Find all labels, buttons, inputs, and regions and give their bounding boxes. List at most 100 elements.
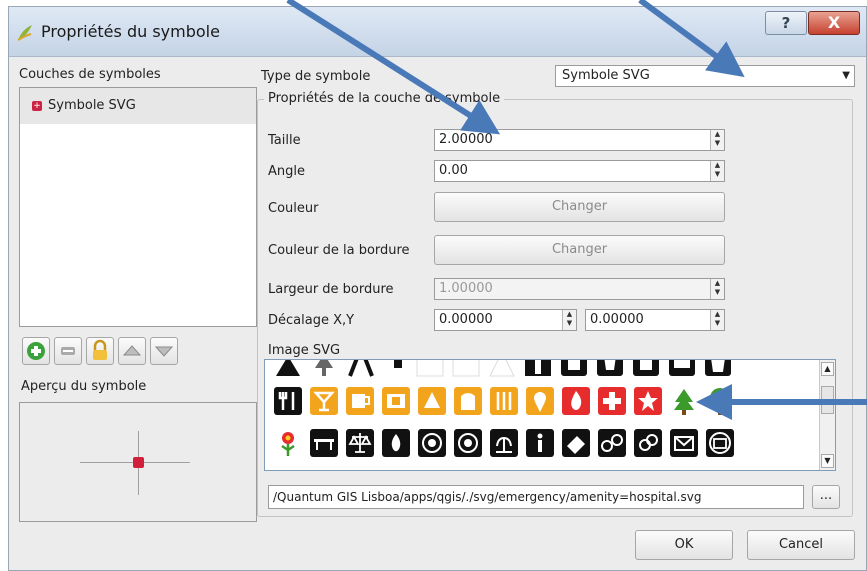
angle-field[interactable]: 0.00 ▲ ▼ — [434, 160, 725, 182]
emergency-star-icon[interactable] — [633, 386, 663, 416]
border-width-value: 1.00000 — [439, 281, 493, 296]
pizza-icon[interactable] — [417, 386, 447, 416]
border-color-label: Couleur de la bordure — [268, 243, 410, 258]
fastfood-icon[interactable] — [489, 386, 519, 416]
symbol-properties-dialog: Propriétés du symbole ? X Couches de sym… — [8, 6, 867, 571]
qgis-logo-icon — [17, 25, 32, 41]
tent-icon[interactable] — [273, 360, 303, 378]
help-button[interactable]: ? — [765, 11, 807, 35]
scroll-up-icon[interactable]: ▲ — [821, 362, 834, 376]
offset-x-field[interactable]: 0.00000 ▲ ▼ — [434, 309, 577, 331]
bread-icon[interactable] — [453, 386, 483, 416]
binoculars-icon[interactable] — [597, 428, 627, 458]
cinema-icon[interactable] — [381, 386, 411, 416]
ok-button[interactable]: OK — [635, 530, 733, 560]
tree-outline-icon[interactable] — [309, 360, 339, 378]
border-width-spinner-icon: ▲ ▼ — [710, 279, 724, 299]
glass-icon[interactable] — [595, 360, 625, 378]
move-down-button[interactable] — [150, 337, 178, 365]
offset-y-value: 0.00000 — [590, 312, 644, 327]
info-post-icon[interactable] — [523, 360, 553, 378]
change-color-button[interactable]: Changer — [434, 192, 725, 222]
list-item[interactable]: + Symbole SVG — [20, 88, 256, 124]
svg-image-label: Image SVG — [268, 343, 341, 358]
size-label: Taille — [268, 133, 301, 148]
layer-item-label: Symbole SVG — [48, 98, 136, 113]
triangle-outline-icon[interactable] — [487, 360, 517, 378]
cup-icon[interactable] — [559, 360, 589, 378]
bench-icon[interactable] — [309, 428, 339, 458]
restaurant-icon[interactable] — [273, 386, 303, 416]
browse-button[interactable]: ... — [812, 485, 840, 509]
eraser-icon[interactable] — [561, 428, 591, 458]
group-title: Propriétés de la couche de symbole — [264, 91, 505, 106]
blank-icon-2[interactable] — [451, 360, 481, 378]
angle-value: 0.00 — [439, 163, 468, 178]
blank-icon-1[interactable] — [415, 360, 445, 378]
picnic-icon[interactable] — [345, 360, 375, 378]
size-field[interactable]: 2.00000 ▲ ▼ — [434, 129, 725, 151]
angle-spinner-icon[interactable]: ▲ ▼ — [710, 161, 724, 181]
box-icon[interactable] — [667, 360, 697, 378]
lock-layer-button[interactable] — [86, 337, 114, 365]
offset-label: Décalage X,Y — [268, 313, 355, 328]
icecream-icon[interactable] — [525, 386, 555, 416]
flower-icon[interactable] — [273, 428, 303, 458]
triangle-up-icon — [122, 345, 142, 356]
symbol-type-value: Symbole SVG — [562, 68, 650, 83]
offset-y-spinner-icon[interactable]: ▲ ▼ — [710, 310, 724, 330]
small-square-icon[interactable] — [383, 360, 413, 378]
cancel-button[interactable]: Cancel — [747, 530, 855, 560]
border-width-label: Largeur de bordure — [268, 282, 394, 297]
hospital-icon[interactable] — [597, 386, 627, 416]
ornament-icon-1[interactable] — [417, 428, 447, 458]
window-title: Propriétés du symbole — [41, 22, 220, 41]
bin-icon[interactable] — [631, 360, 661, 378]
information-icon[interactable] — [525, 428, 555, 458]
viewpoint-icon[interactable] — [633, 428, 663, 458]
cafe-icon[interactable] — [345, 386, 375, 416]
triangle-down-icon — [154, 346, 174, 357]
svg-path-value: /Quantum GIS Lisboa/apps/qgis/./svg/emer… — [273, 490, 702, 504]
add-layer-button[interactable] — [22, 337, 50, 365]
envelope-icon[interactable] — [669, 428, 699, 458]
layers-list[interactable]: + Symbole SVG — [19, 87, 257, 327]
layers-label: Couches de symboles — [19, 67, 161, 82]
color-label: Couleur — [268, 201, 319, 216]
title-bar: Propriétés du symbole ? X — [9, 7, 866, 57]
chevron-down-icon: ▼ — [842, 70, 850, 81]
bar-icon[interactable] — [309, 386, 339, 416]
size-spinner-icon[interactable]: ▲ ▼ — [710, 130, 724, 150]
campfire-icon[interactable] — [381, 428, 411, 458]
fountain-icon[interactable] — [489, 428, 519, 458]
symbol-preview — [19, 402, 257, 522]
svg-path-field[interactable]: /Quantum GIS Lisboa/apps/qgis/./svg/emer… — [268, 485, 804, 509]
scroll-thumb[interactable] — [821, 386, 834, 414]
border-width-field: 1.00000 ▲ ▼ — [434, 278, 725, 300]
conifer-icon[interactable] — [669, 386, 699, 416]
offset-x-spinner-icon[interactable]: ▲ ▼ — [562, 310, 576, 330]
symbol-type-select[interactable]: Symbole SVG ▼ — [555, 65, 855, 87]
size-value: 2.00000 — [439, 132, 493, 147]
move-up-button[interactable] — [118, 337, 146, 365]
svg-grid-scrollbar[interactable]: ▲ ▼ — [819, 360, 835, 470]
lock-icon — [93, 339, 107, 360]
ornament-icon-2[interactable] — [453, 428, 483, 458]
scroll-down-icon[interactable]: ▼ — [821, 454, 834, 468]
post-box-icon[interactable] — [705, 428, 735, 458]
svg-symbol-grid[interactable]: ▲ ▼ — [264, 359, 836, 471]
minus-icon — [61, 347, 75, 355]
plus-icon — [27, 342, 45, 360]
change-border-color-button[interactable]: Changer — [434, 235, 725, 265]
symbol-type-label: Type de symbole — [261, 69, 371, 84]
angle-label: Angle — [268, 164, 305, 179]
preview-marker-icon — [133, 457, 144, 468]
close-button[interactable]: X — [808, 11, 860, 35]
fire-icon[interactable] — [561, 386, 591, 416]
svg-marker-icon: + — [32, 101, 42, 111]
remove-layer-button[interactable] — [54, 337, 82, 365]
basket-icon[interactable] — [703, 360, 733, 378]
courthouse-icon[interactable] — [345, 428, 375, 458]
offset-y-field[interactable]: 0.00000 ▲ ▼ — [585, 309, 725, 331]
deciduous-tree-icon[interactable] — [705, 386, 735, 416]
